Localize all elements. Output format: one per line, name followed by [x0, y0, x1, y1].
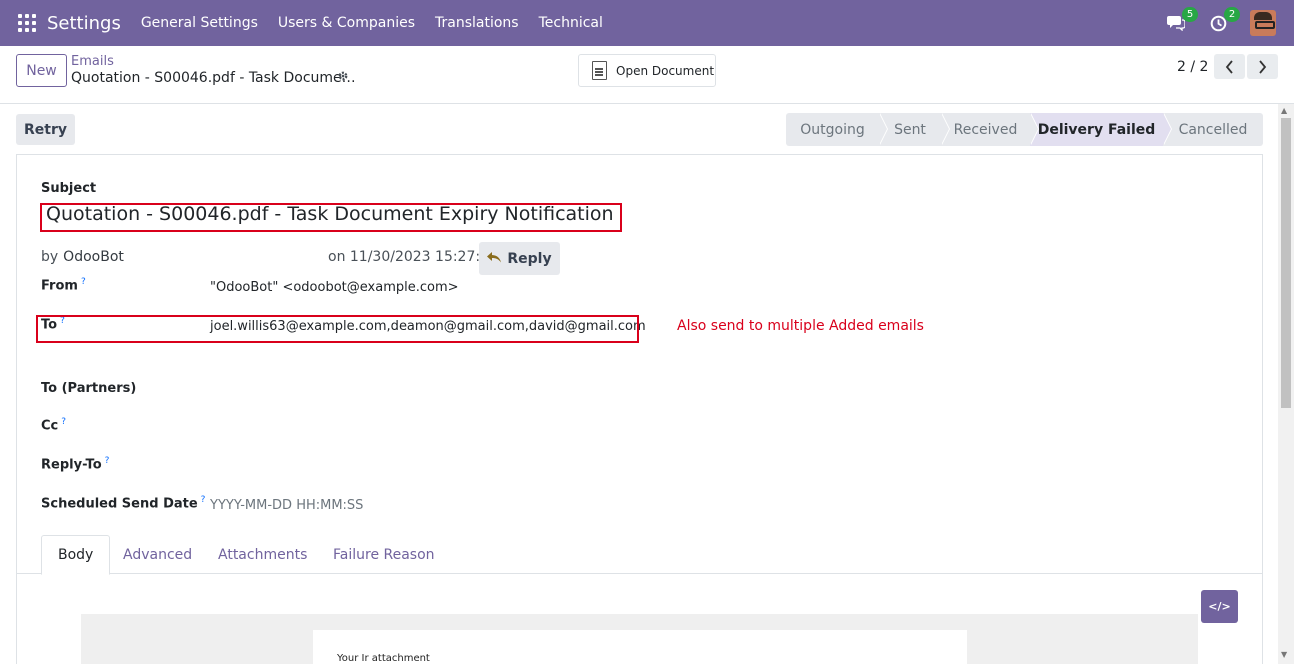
subject-label: Subject: [41, 181, 97, 196]
stage-delivery-failed[interactable]: Delivery Failed: [1030, 113, 1172, 146]
gear-icon[interactable]: [337, 70, 349, 86]
subject-highlight-box: [40, 203, 622, 232]
to-partners-label: To (Partners): [41, 381, 137, 396]
author-name[interactable]: OdooBot: [63, 249, 124, 265]
document-icon: [592, 61, 607, 80]
help-tooltip-icon[interactable]: ?: [61, 417, 66, 427]
scheduled-send-date-label: Scheduled Send Date?: [41, 495, 205, 511]
menu-translations[interactable]: Translations: [435, 15, 519, 31]
stage-received[interactable]: Received: [941, 113, 1039, 146]
scroll-down-arrow-icon[interactable]: ▼: [1281, 650, 1287, 659]
author-line: by OdooBot: [41, 249, 124, 265]
stage-outgoing[interactable]: Outgoing: [786, 113, 888, 146]
reply-to-label-text: Reply-To: [41, 457, 102, 473]
help-tooltip-icon[interactable]: ?: [81, 277, 86, 287]
notebook-tabs: Body Advanced Attachments Failure Reason: [17, 535, 1262, 575]
apps-menu-icon[interactable]: [18, 14, 36, 32]
cc-label: Cc?: [41, 417, 66, 433]
messages-icon[interactable]: 5: [1166, 7, 1198, 33]
app-name[interactable]: Settings: [47, 13, 121, 34]
user-avatar[interactable]: [1250, 10, 1276, 36]
annotation-note: Also send to multiple Added emails: [677, 318, 924, 334]
cc-label-text: Cc: [41, 418, 59, 434]
reply-button[interactable]: Reply: [479, 242, 560, 275]
scroll-up-arrow-icon[interactable]: ▲: [1281, 106, 1287, 115]
scheduled-label-text: Scheduled Send Date: [41, 496, 198, 512]
tab-failure-reason[interactable]: Failure Reason: [317, 535, 451, 574]
from-field[interactable]: "OdooBot" <odoobot@example.com>: [210, 280, 459, 295]
stage-sent[interactable]: Sent: [879, 113, 950, 146]
control-panel: New Emails Quotation - S00046.pdf - Task…: [0, 46, 1294, 104]
pager-next-button[interactable]: [1247, 54, 1278, 79]
tab-attachments[interactable]: Attachments: [202, 535, 323, 574]
status-bar: Outgoing Sent Received Delivery Failed C…: [786, 113, 1263, 146]
new-button[interactable]: New: [16, 54, 67, 87]
activities-clock-icon[interactable]: 2: [1208, 7, 1240, 33]
tab-body[interactable]: Body: [41, 535, 111, 575]
menu-general-settings[interactable]: General Settings: [141, 15, 258, 31]
pager-previous-button[interactable]: [1214, 54, 1245, 79]
help-tooltip-icon[interactable]: ?: [105, 456, 110, 466]
code-view-button[interactable]: </>: [1201, 590, 1238, 623]
stage-label: Cancelled: [1178, 121, 1248, 138]
from-label-text: From: [41, 278, 78, 294]
open-document-label: Open Document: [616, 63, 715, 78]
stage-label: Received: [953, 121, 1018, 138]
scheduled-send-date-input[interactable]: YYYY-MM-DD HH:MM:SS: [210, 498, 363, 513]
menu-technical[interactable]: Technical: [539, 15, 603, 31]
help-tooltip-icon[interactable]: ?: [201, 495, 206, 505]
reply-icon: [487, 251, 502, 267]
pager-value[interactable]: 2 / 2: [1177, 59, 1208, 75]
scrollbar-thumb[interactable]: [1281, 118, 1291, 408]
activities-count-badge: 2: [1224, 7, 1240, 22]
stage-label: Delivery Failed: [1037, 121, 1156, 138]
retry-button[interactable]: Retry: [16, 114, 75, 145]
messages-count-badge: 5: [1182, 7, 1198, 22]
top-navbar: Settings General Settings Users & Compan…: [0, 0, 1294, 46]
breadcrumb-current-record: Quotation - S00046.pdf - Task Docume…: [71, 70, 356, 86]
open-document-button[interactable]: Open Document: [578, 54, 716, 87]
stage-label: Outgoing: [800, 121, 865, 138]
breadcrumb-emails[interactable]: Emails: [71, 54, 114, 69]
body-preview-text[interactable]: Your Ir attachment: [337, 653, 430, 664]
menu-users-companies[interactable]: Users & Companies: [278, 15, 415, 31]
reply-label: Reply: [507, 250, 552, 267]
tab-advanced[interactable]: Advanced: [107, 535, 208, 574]
message-date: on 11/30/2023 15:27:27: [328, 249, 498, 265]
reply-to-label: Reply-To?: [41, 456, 109, 472]
stage-cancelled[interactable]: Cancelled: [1163, 113, 1263, 146]
from-label: From?: [41, 277, 86, 293]
by-label: by: [41, 249, 59, 265]
stage-label: Sent: [894, 121, 926, 138]
to-highlight-box: [36, 315, 639, 343]
